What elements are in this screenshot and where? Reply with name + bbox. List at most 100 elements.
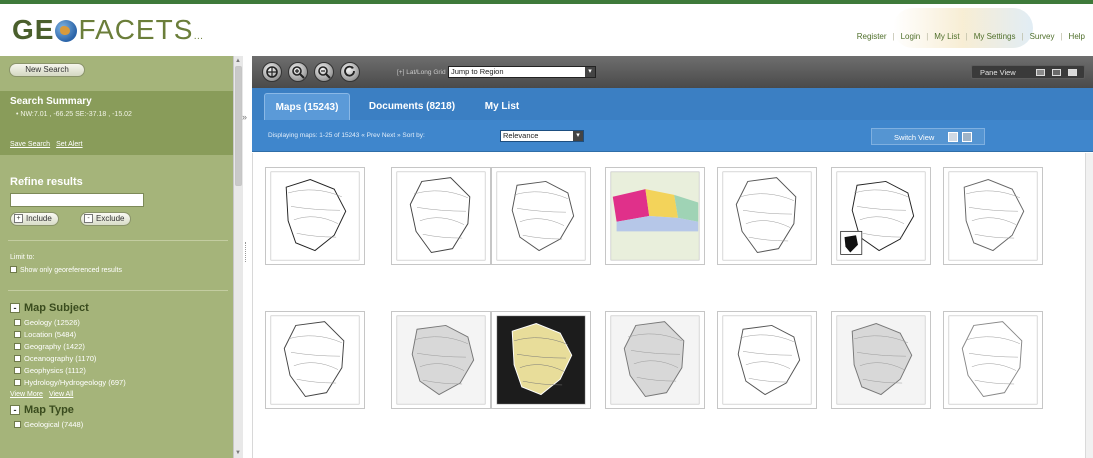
facet-item-geophysics[interactable]: Geophysics (1112) [14, 366, 86, 375]
results-display-bar: Displaying maps: 1-25 of 15243 « Prev Ne… [252, 120, 1093, 152]
checkbox[interactable] [14, 379, 21, 386]
map-thumbnail[interactable] [605, 311, 705, 409]
map-preview-image [610, 171, 700, 261]
tab-maps[interactable]: Maps (15243) [264, 93, 350, 120]
refine-sidebar: New Search Search Summary • NW:7.01 , -6… [0, 56, 233, 458]
map-preview-image [836, 315, 926, 405]
pane-split-icon[interactable] [1052, 69, 1061, 76]
georeferenced-checkbox-row[interactable]: Show only georeferenced results [10, 266, 122, 274]
summary-links: Save Search Set Alert [10, 141, 89, 148]
register-link[interactable]: Register [857, 32, 887, 41]
tab-my-list[interactable]: My List [474, 93, 530, 120]
pane-view-control: Pane View [971, 65, 1085, 79]
link-separator: | [1021, 32, 1024, 41]
include-button[interactable]: + Include [10, 212, 59, 226]
checkbox[interactable] [14, 367, 21, 374]
set-alert-link[interactable]: Set Alert [56, 141, 82, 148]
survey-link[interactable]: Survey [1030, 32, 1055, 41]
map-preview-image [496, 171, 586, 261]
map-thumbnail[interactable] [943, 167, 1043, 265]
results-pane: [+] Lat/Long Grid Jump to Region ▾ Pane V… [252, 56, 1093, 458]
map-type-heading[interactable]: - Map Type [10, 404, 74, 416]
map-thumbnail[interactable] [831, 167, 931, 265]
map-preview-image [396, 171, 486, 261]
map-preview-image [836, 171, 926, 261]
exclude-button[interactable]: - Exclude [80, 212, 132, 226]
facet-label: Geology (12526) [24, 318, 80, 327]
map-preview-image [496, 315, 586, 405]
logo-prefix: GE [12, 14, 55, 45]
map-toolbar: [+] Lat/Long Grid Jump to Region ▾ Pane V… [252, 56, 1093, 88]
map-thumbnail[interactable] [831, 311, 931, 409]
include-label: Include [26, 214, 52, 223]
switch-view-control: Switch View [871, 128, 985, 145]
pane-splitter-handle[interactable] [245, 242, 247, 262]
new-search-button[interactable]: New Search [9, 63, 85, 77]
tab-documents[interactable]: Documents (8218) [360, 93, 464, 120]
scroll-up-arrow-icon[interactable]: ▲ [235, 58, 241, 64]
help-link[interactable]: Help [1069, 32, 1085, 41]
map-thumbnail[interactable] [265, 167, 365, 265]
lat-long-grid-toggle[interactable]: [+] Lat/Long Grid [397, 69, 446, 76]
map-preview-image [270, 171, 360, 261]
map-thumbnail[interactable] [717, 167, 817, 265]
facet-item-hydrology[interactable]: Hydrology/Hydrogeology (697) [14, 378, 126, 387]
facet-item-geological[interactable]: Geological (7448) [14, 420, 83, 429]
map-thumbnail[interactable] [943, 311, 1043, 409]
grid-view-icon[interactable] [962, 132, 972, 142]
map-preview-image [722, 315, 812, 405]
save-search-link[interactable]: Save Search [10, 141, 50, 148]
pane-single-icon[interactable] [1036, 69, 1045, 76]
checkbox[interactable] [14, 355, 21, 362]
facet-item-geology[interactable]: Geology (12526) [14, 318, 80, 327]
displaying-maps-text: Displaying maps: 1-25 of 15243 « Prev Ne… [268, 132, 425, 139]
collapse-minus-icon[interactable]: - [10, 303, 20, 313]
pane-full-icon[interactable] [1068, 69, 1077, 76]
refine-input[interactable] [10, 193, 144, 207]
link-separator: | [965, 32, 968, 41]
scrollbar-thumb[interactable] [235, 66, 242, 186]
sort-by-select[interactable]: Relevance ▾ [500, 130, 584, 142]
facet-item-location[interactable]: Location (5484) [14, 330, 76, 339]
zoom-out-icon[interactable] [314, 62, 334, 82]
map-thumbnail[interactable] [491, 167, 591, 265]
collapse-sidebar-toggle[interactable]: › [242, 112, 248, 128]
geofacets-logo[interactable]: GE FACETS… [12, 14, 204, 46]
checkbox[interactable] [14, 319, 21, 326]
map-thumbnail[interactable] [605, 167, 705, 265]
globe-icon [55, 20, 78, 42]
facet-item-geography[interactable]: Geography (1422) [14, 342, 85, 351]
facet-label: Geophysics (1112) [24, 366, 86, 375]
results-scrollbar[interactable] [1085, 153, 1093, 458]
my-settings-link[interactable]: My Settings [974, 32, 1016, 41]
checkbox[interactable] [14, 421, 21, 428]
dropdown-arrow-icon: ▾ [573, 131, 583, 141]
login-link[interactable]: Login [901, 32, 921, 41]
list-view-icon[interactable] [948, 132, 958, 142]
checkbox[interactable] [14, 343, 21, 350]
map-subject-heading[interactable]: - Map Subject [10, 302, 89, 314]
map-thumbnail[interactable] [265, 311, 365, 409]
view-all-link[interactable]: View All [49, 391, 73, 398]
jump-to-region-select[interactable]: Jump to Region ▾ [448, 66, 596, 78]
my-list-link[interactable]: My List [934, 32, 959, 41]
refresh-icon[interactable] [340, 62, 360, 82]
header-links: Register | Login | My List | My Settings… [857, 32, 1085, 41]
map-thumbnail[interactable] [491, 311, 591, 409]
link-separator: | [1060, 32, 1063, 41]
checkbox[interactable] [14, 331, 21, 338]
scroll-down-arrow-icon[interactable]: ▼ [235, 450, 241, 456]
zoom-in-icon[interactable] [288, 62, 308, 82]
pan-globe-icon[interactable] [262, 62, 282, 82]
logo-suffix: FACETS [78, 14, 194, 45]
logo-mark: … [193, 31, 205, 42]
facet-item-oceanography[interactable]: Oceanography (1170) [14, 354, 96, 363]
map-thumbnail[interactable] [717, 311, 817, 409]
checkbox[interactable] [10, 266, 17, 273]
limit-to-label: Limit to: [10, 254, 35, 261]
map-thumbnail[interactable] [391, 167, 491, 265]
facet-label: Geological (7448) [24, 420, 84, 429]
view-more-link[interactable]: View More [10, 391, 43, 398]
map-thumbnail[interactable] [391, 311, 491, 409]
collapse-minus-icon[interactable]: - [10, 405, 20, 415]
